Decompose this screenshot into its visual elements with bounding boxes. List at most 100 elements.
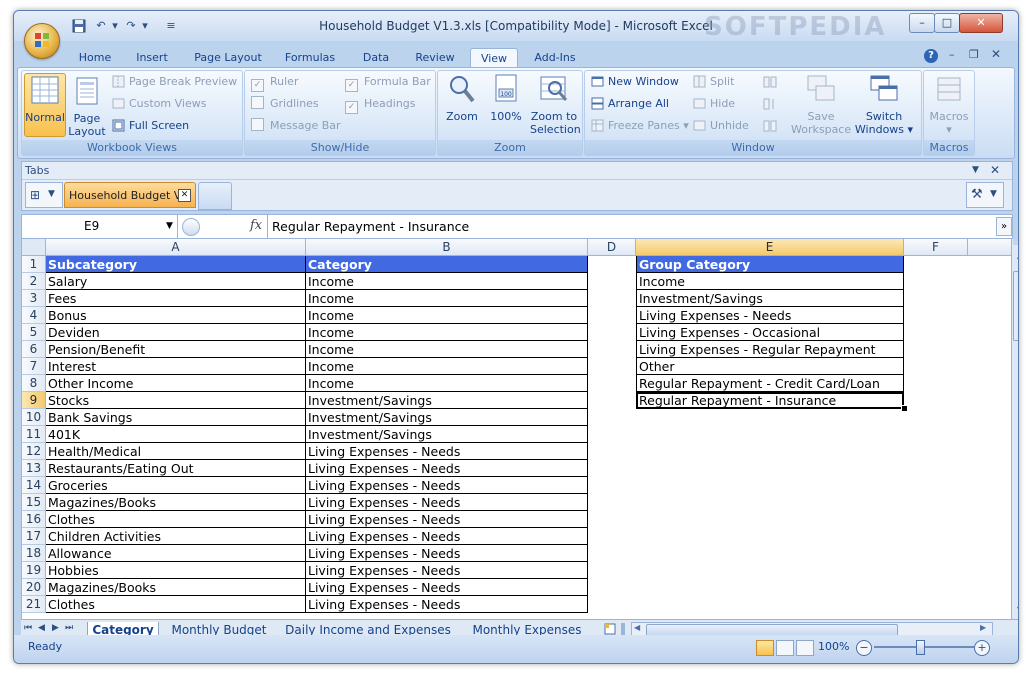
row-header[interactable]: 3: [22, 290, 46, 307]
vertical-scroll-thumb[interactable]: [1013, 271, 1018, 341]
row-header[interactable]: 7: [22, 358, 46, 375]
worksheet-grid[interactable]: A B D E F 1 Subcategory Category Group Cate…: [21, 239, 1012, 619]
tab-page-layout[interactable]: Page Layout: [190, 48, 266, 67]
cell-subcategory[interactable]: Hobbies: [46, 562, 306, 579]
tabs-pane-close-icon[interactable]: ✕: [990, 163, 1000, 177]
header-cell-group-category[interactable]: Group Category: [636, 256, 904, 273]
cell-subcategory[interactable]: Children Activities: [46, 528, 306, 545]
cell-group-category[interactable]: Other: [636, 358, 904, 375]
tabs-pane-dropdown-icon[interactable]: ▼: [972, 165, 979, 175]
new-tab-button[interactable]: [198, 182, 232, 210]
cell-subcategory[interactable]: Fees: [46, 290, 306, 307]
custom-views-button[interactable]: Custom Views: [112, 95, 206, 113]
header-cell-subcategory[interactable]: Subcategory: [46, 256, 306, 273]
document-tab-active[interactable]: Household Budget V1 ✕: [64, 182, 196, 208]
normal-view-button[interactable]: Normal: [24, 73, 66, 137]
row-header[interactable]: 19: [22, 562, 46, 579]
reset-window-position-icon[interactable]: [763, 119, 777, 133]
row-header[interactable]: 11: [22, 426, 46, 443]
tab-add-ins[interactable]: Add-Ins: [529, 48, 581, 67]
cell-subcategory[interactable]: Bank Savings: [46, 409, 306, 426]
cell-group-category[interactable]: Living Expenses - Regular Repayment: [636, 341, 904, 358]
split-button[interactable]: Split: [693, 73, 734, 91]
tab-data[interactable]: Data: [354, 48, 398, 67]
scroll-right-icon[interactable]: ▶: [980, 623, 986, 632]
new-window-button[interactable]: New Window: [591, 73, 679, 91]
column-header-e[interactable]: E: [636, 239, 904, 256]
cell-group-category[interactable]: Investment/Savings: [636, 290, 904, 307]
cell-category[interactable]: Income: [306, 307, 588, 324]
row-header[interactable]: 10: [22, 409, 46, 426]
cell-category[interactable]: Living Expenses - Needs: [306, 477, 588, 494]
cell-category[interactable]: Living Expenses - Needs: [306, 579, 588, 596]
cell-subcategory[interactable]: Salary: [46, 273, 306, 290]
row-header[interactable]: 5: [22, 324, 46, 341]
cell-subcategory[interactable]: Pension/Benefit: [46, 341, 306, 358]
formula-bar-checkbox[interactable]: ✓ Formula Bar: [345, 73, 431, 92]
formula-input[interactable]: Regular Repayment - Insurance: [272, 219, 469, 234]
page-layout-view-button[interactable]: Page Layout: [67, 75, 107, 138]
cell-category[interactable]: Living Expenses - Needs: [306, 545, 588, 562]
cell-group-category[interactable]: Regular Repayment - Credit Card/Loan: [636, 375, 904, 392]
cell-category[interactable]: Living Expenses - Needs: [306, 494, 588, 511]
headings-checkbox[interactable]: ✓ Headings: [345, 95, 416, 114]
freeze-panes-button[interactable]: Freeze Panes ▾: [591, 117, 689, 135]
cell-category[interactable]: Income: [306, 358, 588, 375]
row-header[interactable]: 6: [22, 341, 46, 358]
help-icon[interactable]: ?: [924, 49, 938, 63]
zoom-level[interactable]: 100%: [818, 640, 849, 653]
row-header[interactable]: 20: [22, 579, 46, 596]
cell-category[interactable]: Living Expenses - Needs: [306, 596, 588, 613]
row-header[interactable]: 13: [22, 460, 46, 477]
row-header[interactable]: 16: [22, 511, 46, 528]
column-header-a[interactable]: A: [46, 239, 306, 256]
document-tab-close-icon[interactable]: ✕: [178, 189, 191, 202]
column-header-f[interactable]: F: [904, 239, 968, 256]
cell-subcategory[interactable]: Clothes: [46, 511, 306, 528]
synchronous-scrolling-icon[interactable]: [763, 97, 777, 111]
prev-sheet-icon[interactable]: ◀: [38, 623, 45, 633]
cell-category[interactable]: Living Expenses - Needs: [306, 528, 588, 545]
split-box[interactable]: [1013, 239, 1018, 245]
cell-category[interactable]: Living Expenses - Needs: [306, 443, 588, 460]
row-header[interactable]: 2: [22, 273, 46, 290]
row-header[interactable]: 8: [22, 375, 46, 392]
cell-category[interactable]: Living Expenses - Needs: [306, 511, 588, 528]
cell-subcategory[interactable]: Magazines/Books: [46, 494, 306, 511]
formula-bar-expand-icon[interactable]: »: [996, 217, 1012, 236]
cell-subcategory[interactable]: Interest: [46, 358, 306, 375]
cell-subcategory[interactable]: Health/Medical: [46, 443, 306, 460]
maximize-button[interactable]: □: [934, 13, 960, 33]
tab-view[interactable]: View: [470, 48, 518, 68]
row-header[interactable]: 9: [22, 392, 46, 409]
next-sheet-icon[interactable]: ▶: [52, 623, 59, 633]
row-header[interactable]: 21: [22, 596, 46, 613]
full-screen-button[interactable]: Full Screen: [112, 117, 189, 135]
last-sheet-icon[interactable]: ⏭: [65, 623, 73, 633]
row-header[interactable]: 12: [22, 443, 46, 460]
first-sheet-icon[interactable]: ⏮: [24, 623, 32, 633]
message-bar-checkbox[interactable]: Message Bar: [251, 117, 341, 135]
zoom-button[interactable]: Zoom: [442, 73, 482, 123]
zoom-to-selection-button[interactable]: Zoom to Selection: [530, 73, 581, 136]
name-box-dropdown-icon[interactable]: ▼: [166, 221, 173, 231]
header-cell-category[interactable]: Category: [306, 256, 588, 273]
scroll-down-icon[interactable]: ▼: [1013, 603, 1018, 617]
vertical-scrollbar[interactable]: ▲ ▼: [1011, 239, 1018, 619]
tab-home[interactable]: Home: [74, 48, 116, 67]
cell-subcategory[interactable]: Groceries: [46, 477, 306, 494]
cell-subcategory[interactable]: Clothes: [46, 596, 306, 613]
row-header[interactable]: 1: [22, 256, 46, 273]
cell-subcategory[interactable]: Bonus: [46, 307, 306, 324]
tab-list-button[interactable]: ⊞ ▼: [25, 182, 63, 208]
cell-subcategory[interactable]: Stocks: [46, 392, 306, 409]
row-header[interactable]: 4: [22, 307, 46, 324]
cell-category[interactable]: Investment/Savings: [306, 426, 588, 443]
fill-handle[interactable]: [901, 405, 908, 412]
select-all-corner[interactable]: [22, 239, 46, 256]
switch-windows-button[interactable]: Switch Windows ▾: [853, 73, 915, 136]
cell-subcategory[interactable]: 401K: [46, 426, 306, 443]
row-header[interactable]: 17: [22, 528, 46, 545]
page-break-status-icon[interactable]: [796, 640, 814, 656]
ruler-checkbox[interactable]: ✓ Ruler: [251, 73, 298, 92]
